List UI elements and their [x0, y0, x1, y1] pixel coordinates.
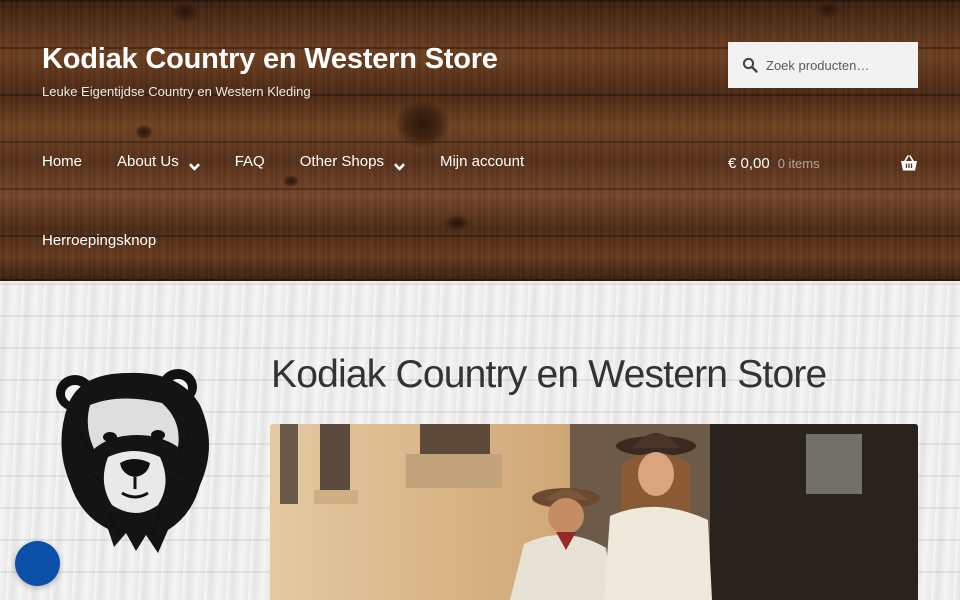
search-input[interactable]: [766, 57, 916, 73]
wood-knot: [395, 100, 450, 148]
site-tagline: Leuke Eigentijdse Country en Western Kle…: [42, 84, 311, 99]
nav-item-home[interactable]: Home: [42, 153, 82, 170]
nav-item-about-us[interactable]: About Us: [117, 153, 200, 170]
cart-total: € 0,00: [728, 155, 770, 172]
nav-item-label: Home: [42, 153, 83, 170]
nav-item-label: About Us: [117, 153, 179, 170]
cart-count: 0 items: [777, 156, 820, 171]
nav-item-faq[interactable]: FAQ: [235, 153, 265, 170]
basket-icon[interactable]: [900, 155, 918, 172]
nav-item-label: Other Shops: [299, 153, 384, 170]
wood-knot: [283, 175, 299, 187]
main-content: Kodiak Country en Western Store: [0, 283, 960, 600]
chevron-down-icon[interactable]: [394, 158, 405, 170]
nav-item-herroepingsknop[interactable]: Herroepingsknop: [42, 232, 156, 249]
nav-item-label: Mijn account: [439, 153, 525, 170]
nav-item-mijn-account[interactable]: Mijn account: [440, 153, 524, 170]
wood-knot: [135, 125, 153, 139]
wood-knot: [445, 215, 469, 231]
nav-item-label: Herroepingsknop: [42, 232, 157, 249]
chevron-down-icon[interactable]: [188, 158, 200, 170]
search-icon: [742, 57, 758, 73]
bear-head-logo[interactable]: [50, 365, 220, 555]
page-title: Kodiak Country en Western Store: [271, 353, 827, 396]
search-box[interactable]: [728, 42, 918, 88]
site-title[interactable]: Kodiak Country en Western Store: [42, 43, 498, 76]
western-couple-photo: [270, 424, 918, 600]
site-header: Kodiak Country en Western Store Leuke Ei…: [0, 0, 960, 281]
primary-nav: Home About Us FAQ Other Shops Mijn accou…: [42, 153, 559, 170]
nav-item-other-shops[interactable]: Other Shops: [300, 153, 405, 170]
cart-link[interactable]: € 0,00 0 items: [728, 155, 918, 172]
chat-widget-button[interactable]: [15, 541, 60, 586]
wood-knot: [170, 0, 200, 22]
nav-item-label: FAQ: [234, 153, 265, 170]
wood-knot: [815, 0, 841, 18]
